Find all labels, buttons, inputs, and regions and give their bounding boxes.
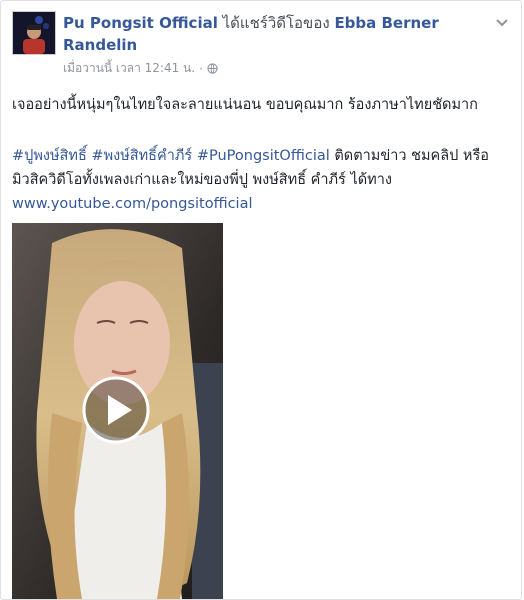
youtube-url-link[interactable]: www.youtube.com/pongsitofficial	[12, 196, 253, 212]
play-icon[interactable]	[81, 375, 151, 445]
hashtag-link[interactable]: #ปูพงษ์สิทธิ์	[12, 148, 87, 164]
post-timestamp[interactable]: เมื่อวานนี้ เวลา 12:41 น.	[63, 59, 195, 78]
post-meta: เมื่อวานนี้ เวลา 12:41 น. ·	[63, 59, 218, 78]
meta-separator: ·	[199, 61, 203, 76]
avatar-image	[13, 12, 55, 54]
page-name-link[interactable]: Pu Pongsit Official	[63, 14, 218, 32]
video-thumbnail[interactable]	[12, 223, 223, 599]
post-followup: #ปูพงษ์สิทธิ์ #พงษ์สิทธิ์คำภีร์ #PuPongs…	[12, 144, 512, 216]
share-action-text: ได้แชร์วิดีโอของ	[222, 14, 330, 32]
hashtag-link[interactable]: #พงษ์สิทธิ์คำภีร์	[91, 148, 192, 164]
post-card: Pu Pongsit Official ได้แชร์วิดีโอของ Ebb…	[0, 0, 522, 600]
page-avatar[interactable]	[12, 11, 56, 55]
post-message: เจออย่างนี้หนุ่มๆในไทยใจละลายแน่นอน ขอบค…	[12, 97, 478, 113]
globe-icon[interactable]	[207, 63, 218, 74]
post-header: Pu Pongsit Official ได้แชร์วิดีโอของ Ebb…	[63, 12, 478, 56]
hashtag-link[interactable]: #PuPongsitOfficial	[197, 148, 330, 164]
chevron-down-icon[interactable]	[493, 13, 511, 31]
